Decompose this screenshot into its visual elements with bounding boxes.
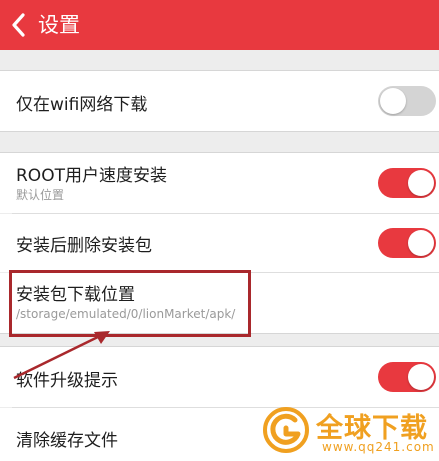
site-watermark: 全球下载 www.qq241.com: [262, 400, 439, 461]
wifi-only-toggle[interactable]: [378, 86, 436, 116]
upgrade-notice-toggle[interactable]: [378, 362, 436, 392]
setting-label: ROOT用户速度安装: [16, 166, 167, 186]
setting-sublabel: 默认位置: [16, 188, 65, 202]
setting-row-root-install[interactable]: ROOT用户速度安装 默认位置: [0, 153, 439, 213]
watermark-url: www.qq241.com: [322, 440, 435, 454]
annotation-arrow-icon: [13, 331, 110, 380]
setting-row-delete-after-install[interactable]: 安装后删除安装包: [0, 214, 439, 272]
app-header: 设置: [0, 0, 439, 50]
setting-label: 安装后删除安装包: [16, 236, 152, 256]
toggle-knob: [408, 364, 434, 390]
setting-label: 仅在wifi网络下载: [16, 95, 148, 115]
page-title: 设置: [38, 13, 80, 37]
setting-label: 清除缓存文件: [16, 431, 118, 451]
toggle-knob: [408, 230, 434, 256]
chevron-left-icon[interactable]: [8, 11, 30, 39]
watermark-logo-icon: [263, 407, 309, 453]
toggle-knob: [380, 88, 406, 114]
group-divider: [0, 131, 439, 132]
toggle-knob: [408, 170, 434, 196]
delete-after-install-toggle[interactable]: [378, 228, 436, 258]
settings-screen: 设置 仅在wifi网络下载 ROOT用户速度安装 默认位置 安装后删除安装包 安…: [0, 0, 439, 461]
setting-row-wifi-only[interactable]: 仅在wifi网络下载: [0, 71, 439, 131]
root-install-toggle[interactable]: [378, 168, 436, 198]
